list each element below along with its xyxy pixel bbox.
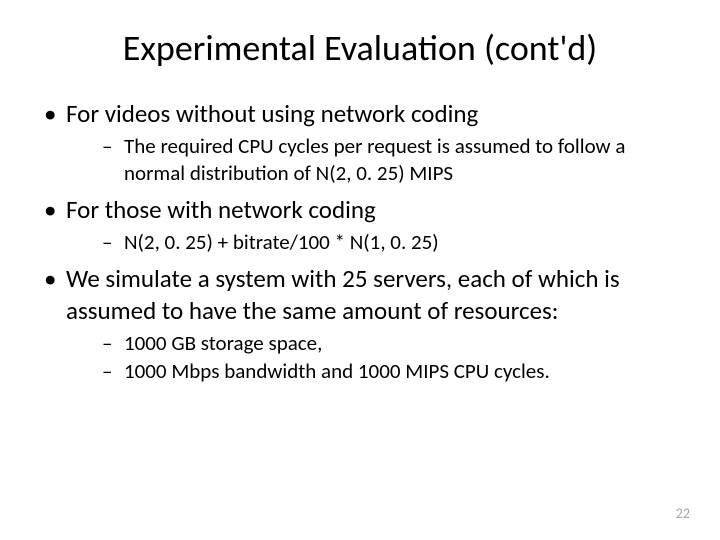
slide-title: Experimental Evaluation (cont'd)	[40, 26, 680, 70]
sub-bullet-item: N(2, 0. 25) + bitrate/100 * N(1, 0. 25)	[102, 229, 680, 255]
page-number: 22	[676, 505, 690, 522]
sub-bullet-item: 1000 Mbps bandwidth and 1000 MIPS CPU cy…	[102, 358, 680, 384]
sub-bullet-list: 1000 GB storage space, 1000 Mbps bandwid…	[66, 330, 680, 385]
sub-bullet-list: The required CPU cycles per request is a…	[66, 133, 680, 186]
bullet-text: We simulate a system with 25 servers, ea…	[66, 263, 620, 325]
bullet-text: For those with network coding	[66, 194, 376, 225]
bullet-list: For videos without using network coding …	[40, 98, 680, 384]
sub-bullet-list: N(2, 0. 25) + bitrate/100 * N(1, 0. 25)	[66, 229, 680, 255]
sub-bullet-item: The required CPU cycles per request is a…	[102, 133, 680, 186]
bullet-text: For videos without using network coding	[66, 98, 478, 129]
slide: Experimental Evaluation (cont'd) For vid…	[0, 0, 720, 540]
sub-bullet-item: 1000 GB storage space,	[102, 330, 680, 356]
bullet-item: For those with network coding N(2, 0. 25…	[40, 194, 680, 256]
bullet-item: For videos without using network coding …	[40, 98, 680, 186]
bullet-item: We simulate a system with 25 servers, ea…	[40, 263, 680, 384]
